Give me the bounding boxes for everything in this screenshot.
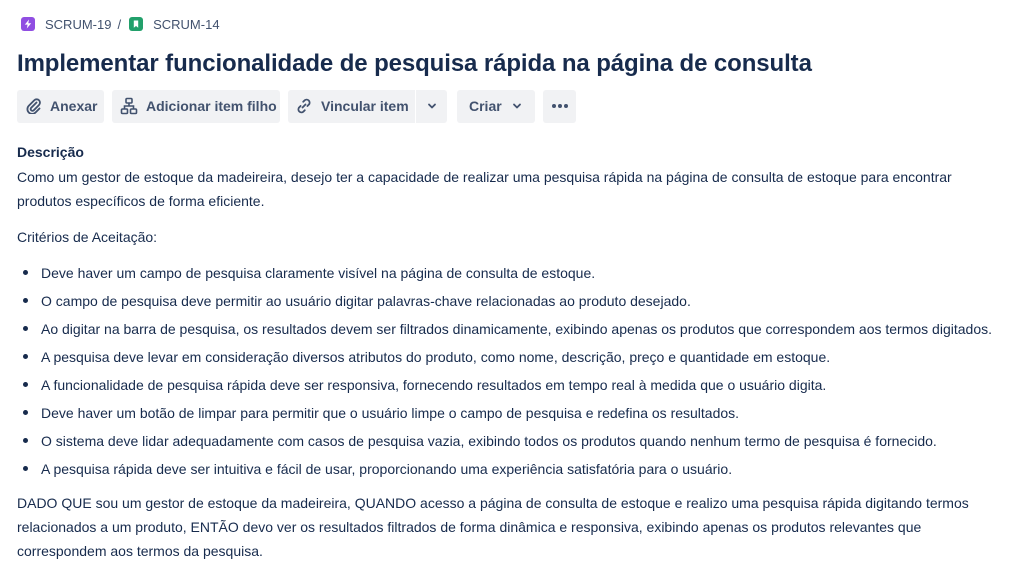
acceptance-criteria-list: Deve haver um campo de pesquisa claramen… [17,261,1007,485]
add-child-item-button[interactable]: Adicionar item filho [112,89,280,123]
breadcrumb: SCRUM-19 / SCRUM-14 [21,15,220,33]
link-item-label: Vincular item [321,98,409,114]
breadcrumb-parent-link[interactable]: SCRUM-19 [21,17,111,32]
list-item: Ao digitar na barra de pesquisa, os resu… [23,317,1007,345]
list-item: A pesquisa deve levar em consideração di… [23,345,1007,373]
bookmark-icon [129,17,144,31]
description-field[interactable]: Descrição Como um gestor de estoque da m… [17,141,1007,563]
description-intro: Como um gestor de estoque da madeireira,… [17,169,952,209]
link-item-button[interactable]: Vincular item [288,89,415,123]
more-actions-button[interactable] [543,89,576,123]
issue-toolbar: Anexar Adicionar item filho Vincular ite… [17,89,576,123]
list-item: A pesquisa rápida deve ser intuitiva e f… [23,457,1007,485]
create-button[interactable]: Criar [457,89,535,123]
list-item: O campo de pesquisa deve permitir ao usu… [23,289,1007,317]
add-child-item-label: Adicionar item filho [146,98,277,114]
link-icon [295,97,313,115]
acceptance-criteria-heading: Critérios de Aceitação: [17,229,158,245]
lightning-icon [21,17,35,31]
breadcrumb-current-link[interactable]: SCRUM-14 [129,16,220,32]
chevron-down-icon [512,101,522,111]
attach-button[interactable]: Anexar [17,89,104,123]
breadcrumb-current-label: SCRUM-14 [153,16,220,32]
list-item: O sistema deve lidar adequadamente com c… [23,429,1007,457]
more-icon [551,103,569,109]
hierarchy-icon [120,97,138,115]
attach-button-label: Anexar [50,98,98,114]
description-heading: Descrição [17,144,84,160]
breadcrumb-parent-label: SCRUM-19 [45,16,112,32]
paperclip-icon [26,98,42,114]
chevron-down-icon [427,101,437,111]
scenario-paragraph: DADO QUE sou um gestor de estoque da mad… [17,495,969,559]
link-item-dropdown-button[interactable] [416,89,447,123]
list-item: A funcionalidade de pesquisa rápida deve… [23,373,1007,401]
breadcrumb-separator: / [117,16,122,32]
create-button-label: Criar [469,98,502,114]
list-item: Deve haver um botão de limpar para permi… [23,401,1007,429]
issue-title[interactable]: Implementar funcionalidade de pesquisa r… [17,50,812,78]
list-item: Deve haver um campo de pesquisa claramen… [23,261,1007,289]
